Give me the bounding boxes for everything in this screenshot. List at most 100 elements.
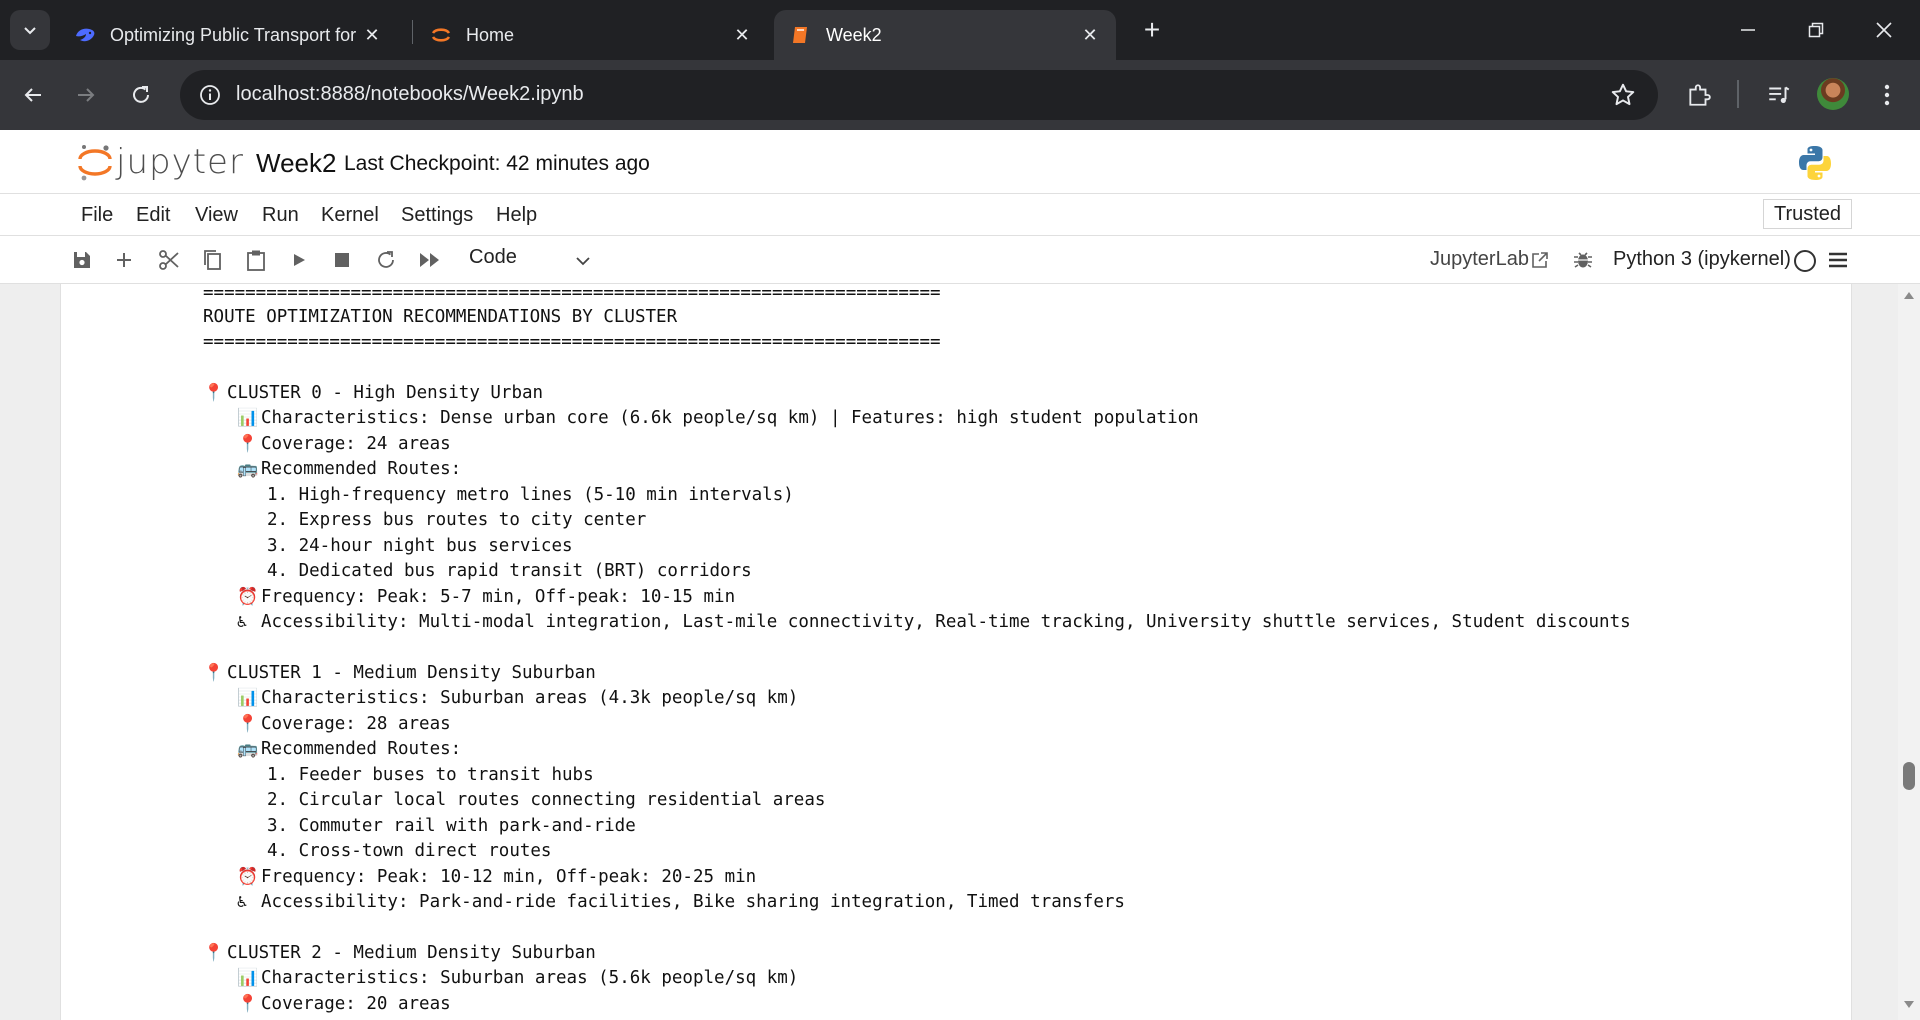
site-info-icon[interactable] (198, 83, 222, 107)
bar-chart-icon: 📊 (237, 688, 259, 708)
route-item: 4. Dedicated bus rapid transit (BRT) cor… (267, 561, 752, 581)
tab-separator (412, 20, 413, 44)
tab-search-button[interactable] (10, 10, 50, 50)
notebook-area: ========================================… (0, 284, 1920, 1020)
python-logo-icon (1799, 146, 1831, 180)
cluster-title: 📍 CLUSTER 2 - Medium Density Suburban (203, 943, 596, 963)
paste-button[interactable] (244, 248, 268, 272)
jupyter-header: jupyter Week2 Last Checkpoint: 42 minute… (0, 130, 1920, 194)
cluster-routes-label: 🚌 Recommended Routes: (237, 739, 462, 759)
notebook-toolbar: Code JupyterLab Python 3 (ipykernel) (0, 236, 1920, 284)
back-button[interactable] (13, 75, 53, 115)
tab-week2[interactable]: Week2 ✕ (774, 10, 1116, 60)
alarm-clock-icon: ⏰ (237, 587, 259, 607)
menu-help[interactable]: Help (496, 204, 537, 227)
minimize-button[interactable] (1714, 0, 1782, 60)
interrupt-button[interactable] (330, 248, 354, 272)
kernel-name[interactable]: Python 3 (ipykernel) (1613, 248, 1791, 271)
cell-type-select[interactable]: Code (469, 246, 517, 269)
profile-avatar[interactable] (1817, 78, 1849, 110)
scroll-down-arrow[interactable] (1898, 1000, 1920, 1014)
route-item: 1. High-frequency metro lines (5-10 min … (267, 485, 794, 505)
cluster-characteristics: 📊 Characteristics: Suburban areas (5.6k p… (237, 968, 799, 988)
bar-chart-icon: 📊 (237, 968, 259, 988)
menu-kernel[interactable]: Kernel (321, 204, 379, 227)
external-link-button[interactable] (1528, 248, 1552, 272)
copy-button[interactable] (200, 248, 224, 272)
jupyter-icon (430, 24, 452, 46)
menu-view[interactable]: View (195, 204, 238, 227)
close-tab-icon[interactable]: ✕ (362, 25, 382, 45)
new-tab-button[interactable]: + (1136, 14, 1168, 46)
cluster-frequency: ⏰ Frequency: Peak: 5-7 min, Off-peak: 10-… (237, 587, 736, 607)
reload-icon (133, 86, 149, 103)
restore-button[interactable] (1782, 0, 1850, 60)
add-icon (117, 253, 131, 267)
hamburger-icon (1829, 252, 1847, 268)
restore-icon (1808, 22, 1824, 38)
more-vert-icon (1884, 84, 1890, 106)
tab-deepseek[interactable]: Optimizing Public Transport for ✕ (58, 10, 398, 60)
extensions-button[interactable] (1682, 78, 1716, 112)
settings-menu-button[interactable] (1826, 248, 1850, 272)
menu-file[interactable]: File (81, 204, 113, 227)
scroll-up-arrow[interactable] (1898, 290, 1920, 304)
cut-button[interactable] (157, 248, 181, 272)
wheelchair-icon: ♿ (237, 612, 248, 632)
close-tab-icon[interactable]: ✕ (732, 25, 752, 45)
reload-button[interactable] (121, 75, 161, 115)
close-tab-icon[interactable]: ✕ (1080, 25, 1100, 45)
tab-home[interactable]: Home ✕ (414, 10, 768, 60)
restart-kernel-button[interactable] (374, 248, 398, 272)
bug-icon (1574, 252, 1592, 268)
url-text[interactable]: localhost:8888/notebooks/Week2.ipynb (236, 83, 584, 106)
insert-cell-button[interactable] (112, 248, 136, 272)
close-window-button[interactable] (1850, 0, 1918, 60)
page-scrollbar[interactable] (1898, 284, 1920, 1020)
jupyter-logo-text: jupyter (116, 142, 244, 182)
save-button[interactable] (70, 248, 94, 272)
bookmark-star-icon[interactable] (1610, 82, 1636, 108)
route-item: 2. Express bus routes to city center (267, 510, 647, 530)
restart-icon (378, 251, 394, 268)
cluster-accessibility: ♿ Accessibility: Multi-modal integration,… (237, 612, 1631, 632)
cluster-coverage: 📍 Coverage: 28 areas (237, 714, 451, 734)
cluster-title: 📍 CLUSTER 1 - Medium Density Suburban (203, 663, 596, 683)
pushpin-icon: 📍 (237, 714, 259, 734)
jupyterlab-link[interactable]: JupyterLab (1430, 248, 1529, 271)
forward-button[interactable] (66, 75, 106, 115)
menu-run[interactable]: Run (262, 204, 299, 227)
pin-icon: 📍 (203, 663, 225, 683)
restart-run-all-button[interactable] (418, 248, 442, 272)
chevron-down-icon[interactable] (574, 252, 592, 270)
pin-icon: 📍 (203, 943, 225, 963)
arrow-right-icon (78, 88, 95, 102)
trusted-indicator[interactable]: Trusted (1763, 199, 1852, 229)
close-icon (1876, 22, 1892, 38)
address-bar[interactable]: localhost:8888/notebooks/Week2.ipynb (180, 70, 1658, 120)
pushpin-icon: 📍 (237, 994, 259, 1014)
debugger-button[interactable] (1571, 248, 1595, 272)
puzzle-icon (1689, 84, 1711, 106)
jupyter-logo[interactable]: jupyter (78, 142, 244, 182)
menu-settings[interactable]: Settings (401, 204, 473, 227)
bar-chart-icon: 📊 (237, 408, 259, 428)
notebook-name[interactable]: Week2 (256, 148, 336, 179)
clipboard-icon (247, 250, 265, 271)
route-item: 3. Commuter rail with park-and-ride (267, 816, 636, 836)
separator-line: ========================================… (203, 332, 941, 352)
browser-menu-button[interactable] (1870, 78, 1904, 112)
route-item: 3. 24-hour night bus services (267, 536, 573, 556)
cluster-characteristics: 📊 Characteristics: Suburban areas (4.3k p… (237, 688, 799, 708)
save-icon (74, 252, 90, 268)
route-item: 1. Feeder buses to transit hubs (267, 765, 594, 785)
menu-edit[interactable]: Edit (136, 204, 170, 227)
playlist-icon (1769, 86, 1790, 104)
scrollbar-thumb[interactable] (1903, 762, 1915, 790)
arrow-left-icon (24, 88, 41, 102)
tab-title: Home (466, 24, 515, 45)
run-button[interactable] (287, 248, 311, 272)
pushpin-icon: 📍 (237, 434, 259, 454)
pin-icon: 📍 (203, 383, 225, 403)
media-control-button[interactable] (1762, 78, 1796, 112)
